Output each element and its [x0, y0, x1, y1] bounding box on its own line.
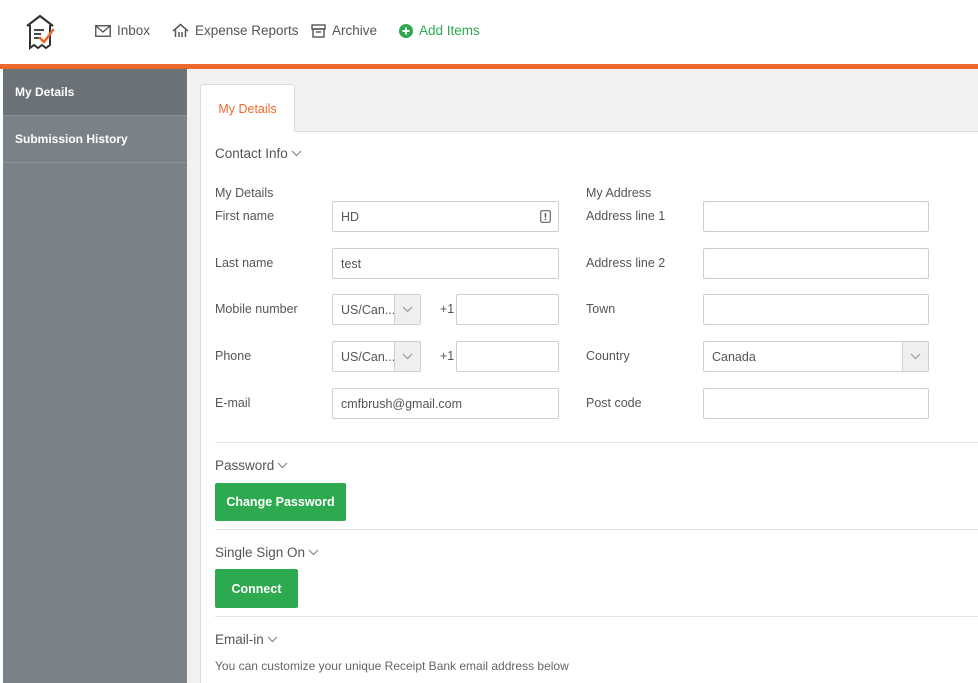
chevron-down-icon: [267, 636, 278, 643]
archive-icon: [311, 23, 326, 38]
mobile-prefix: +1: [440, 302, 455, 316]
nav-archive[interactable]: Archive: [311, 23, 377, 38]
chevron-down-icon: [394, 342, 420, 371]
phone-label: Phone: [215, 349, 252, 363]
email-value: cmfbrush@gmail.com: [341, 396, 463, 411]
section-divider: [215, 442, 978, 443]
last-name-label: Last name: [215, 256, 274, 270]
mobile-number-field[interactable]: [456, 294, 559, 325]
section-divider: [215, 529, 978, 530]
phone-field[interactable]: [456, 341, 559, 372]
post-code-field[interactable]: [703, 388, 929, 419]
nav-inbox-label: Inbox: [117, 23, 151, 38]
tab-my-details[interactable]: My Details: [200, 84, 295, 132]
email-in-toggle[interactable]: Email-in: [215, 632, 278, 647]
password-title: Password: [215, 458, 275, 473]
envelope-icon: [95, 24, 111, 37]
first-name-label: First name: [215, 209, 275, 223]
sidebar-item-label: My Details: [15, 85, 75, 99]
phone-country-value: US/Can...: [341, 349, 396, 364]
nav-add-items[interactable]: Add Items: [399, 23, 480, 38]
nav-add-items-label: Add Items: [419, 23, 480, 38]
nav-archive-label: Archive: [332, 23, 378, 38]
chevron-down-icon: [277, 462, 288, 469]
country-value: Canada: [712, 349, 756, 364]
password-toggle[interactable]: Password: [215, 458, 288, 473]
mobile-country-select[interactable]: US/Can...: [332, 294, 421, 325]
phone-prefix: +1: [440, 349, 455, 363]
single-sign-on-title: Single Sign On: [215, 545, 306, 560]
mobile-number-label: Mobile number: [215, 302, 298, 316]
connect-button[interactable]: Connect: [215, 569, 298, 608]
chevron-down-icon: [291, 150, 302, 157]
chevron-down-icon: [394, 295, 420, 324]
country-label: Country: [586, 349, 630, 363]
phone-country-select[interactable]: US/Can...: [332, 341, 421, 372]
email-label: E-mail: [215, 396, 251, 410]
address-line-2-label: Address line 2: [586, 256, 666, 270]
address-line-1-label: Address line 1: [586, 209, 666, 223]
plus-circle-icon: [399, 23, 413, 38]
address-line-1-field[interactable]: [703, 201, 929, 232]
section-divider: [215, 616, 978, 617]
address-line-2-field[interactable]: [703, 248, 929, 279]
nav-inbox[interactable]: Inbox: [95, 23, 150, 38]
first-name-field[interactable]: HD: [332, 201, 559, 232]
change-password-button[interactable]: Change Password: [215, 483, 346, 521]
country-select[interactable]: Canada: [703, 341, 929, 372]
receipt-logo-icon[interactable]: [24, 13, 56, 51]
contact-info-title: Contact Info: [215, 146, 288, 161]
my-details-heading: My Details: [215, 186, 274, 200]
email-field[interactable]: cmfbrush@gmail.com: [332, 388, 559, 419]
sidebar-item-my-details[interactable]: My Details: [3, 69, 187, 116]
chevron-down-icon: [902, 342, 928, 371]
email-in-hint: You can customize your unique Receipt Ba…: [215, 659, 569, 673]
chevron-down-icon: [308, 549, 319, 556]
my-address-heading: My Address: [586, 186, 652, 200]
expense-reports-icon: [172, 23, 189, 38]
single-sign-on-toggle[interactable]: Single Sign On: [215, 545, 319, 560]
nav-expense-reports[interactable]: Expense Reports: [172, 23, 299, 38]
sidebar-item-label: Submission History: [15, 132, 128, 146]
first-name-value: HD: [341, 209, 360, 224]
contact-info-toggle[interactable]: Contact Info: [215, 146, 302, 161]
town-label: Town: [586, 302, 616, 316]
town-field[interactable]: [703, 294, 929, 325]
mobile-country-value: US/Can...: [341, 302, 396, 317]
sidebar: My Details Submission History: [3, 69, 187, 683]
last-name-value: test: [341, 256, 362, 271]
nav-expense-reports-label: Expense Reports: [195, 23, 299, 38]
post-code-label: Post code: [586, 396, 642, 410]
last-name-field[interactable]: test: [332, 248, 559, 279]
autofill-icon[interactable]: [540, 210, 551, 226]
top-bar: Inbox Expense Reports Archive Add Items: [0, 0, 978, 64]
sidebar-item-submission-history[interactable]: Submission History: [3, 116, 187, 163]
email-in-title: Email-in: [215, 632, 264, 647]
